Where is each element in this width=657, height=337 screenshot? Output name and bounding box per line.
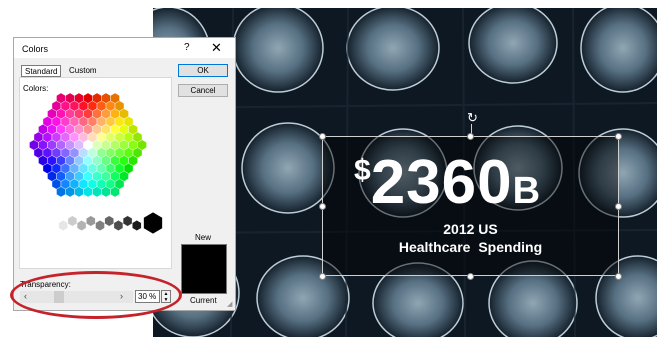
dollar-sign: $ <box>354 154 371 187</box>
color-preview-swatch <box>181 244 227 294</box>
current-label: Current <box>190 296 217 305</box>
new-label: New <box>195 233 212 242</box>
close-icon[interactable]: ✕ <box>211 40 222 56</box>
gray-cell[interactable] <box>86 215 96 227</box>
colors-dialog[interactable]: Colors ? ✕ Standard Custom Colors: OK Ca… <box>13 37 236 311</box>
subtitle-label: Healthcare Spending <box>398 239 543 255</box>
gray-cell[interactable] <box>49 215 59 227</box>
selected-black-cell[interactable] <box>143 212 163 234</box>
resize-handle-bottom-left[interactable] <box>319 273 326 280</box>
gray-cell[interactable] <box>76 220 87 231</box>
gray-cell[interactable] <box>67 215 78 227</box>
amount-number: 2360 <box>370 148 513 217</box>
gray-cell[interactable] <box>95 220 105 231</box>
resize-handle-bottom-right[interactable] <box>615 273 622 280</box>
gray-cell[interactable] <box>58 220 68 231</box>
ok-button[interactable]: OK <box>178 64 228 77</box>
tab-standard[interactable]: Standard <box>21 65 62 77</box>
amount-unit: B <box>512 170 541 212</box>
gray-cell[interactable] <box>104 215 114 227</box>
color-honeycomb[interactable] <box>26 93 186 243</box>
resize-handle-right[interactable] <box>615 203 622 210</box>
tab-custom[interactable]: Custom <box>66 65 100 77</box>
resize-grip-icon[interactable]: ◢ <box>227 300 232 308</box>
resize-handle-top[interactable] <box>467 133 474 140</box>
spending-amount: $2360B <box>354 150 594 216</box>
resize-handle-left[interactable] <box>319 203 326 210</box>
gray-cell[interactable] <box>113 220 124 231</box>
subtitle-year: 2012 US <box>443 221 498 237</box>
gray-cell[interactable] <box>122 215 133 227</box>
cancel-button[interactable]: Cancel <box>178 84 228 97</box>
dialog-title: Colors <box>22 44 49 54</box>
resize-handle-bottom[interactable] <box>467 273 474 280</box>
gray-cell[interactable] <box>132 220 142 231</box>
rotate-handle-icon[interactable]: ↻ <box>466 111 479 124</box>
help-button[interactable]: ? <box>184 42 190 53</box>
resize-handle-top-left[interactable] <box>319 133 326 140</box>
resize-handle-top-right[interactable] <box>615 133 622 140</box>
dialog-title-bar[interactable]: Colors ? ✕ <box>14 38 235 58</box>
colors-label: Colors: <box>23 84 49 93</box>
red-circle-annotation <box>10 271 182 319</box>
